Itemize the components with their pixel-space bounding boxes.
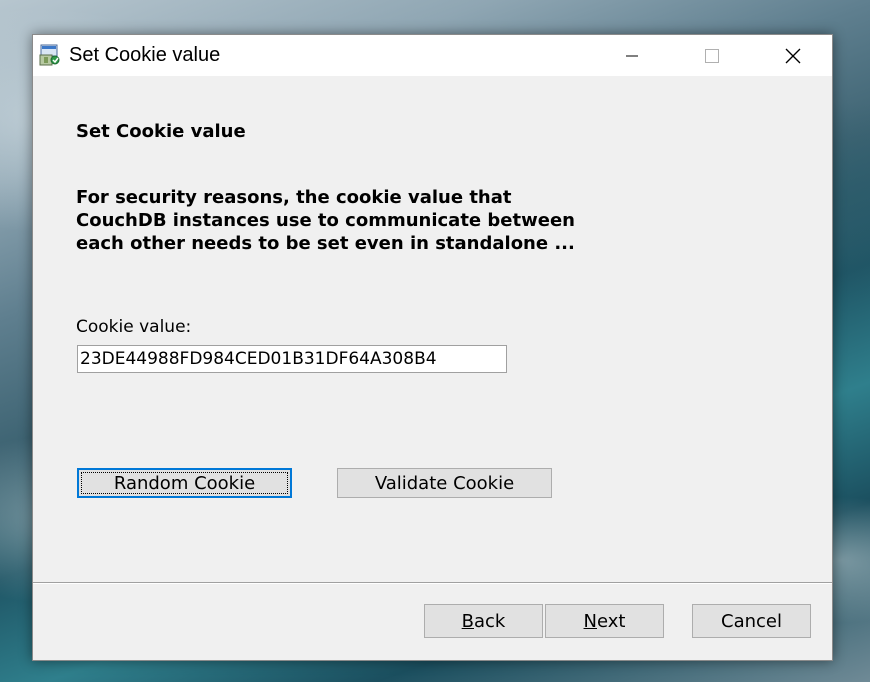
next-accelerator: N (583, 610, 597, 632)
maximize-button[interactable] (689, 35, 735, 76)
title-bar[interactable]: Set Cookie value (33, 35, 832, 76)
validate-cookie-button[interactable]: Validate Cookie (337, 468, 552, 498)
page-heading: Set Cookie value (76, 121, 246, 142)
setup-dialog-window: Set Cookie value Set Cookie value For se… (32, 34, 833, 661)
cookie-value-input[interactable] (77, 345, 507, 373)
cancel-button[interactable]: Cancel (692, 604, 811, 638)
next-label-rest: ext (597, 610, 626, 632)
close-button[interactable] (770, 35, 816, 76)
random-cookie-button[interactable]: Random Cookie (77, 468, 292, 498)
minimize-button[interactable] (609, 35, 655, 76)
footer-separator (33, 582, 832, 584)
installer-icon (39, 44, 60, 66)
description-line: each other needs to be set even in stand… (76, 233, 575, 254)
description-line: For security reasons, the cookie value t… (76, 187, 512, 208)
window-title: Set Cookie value (69, 44, 221, 66)
dialog-content: Set Cookie value For security reasons, t… (33, 76, 832, 661)
minimize-icon (626, 55, 638, 56)
description-line: CouchDB instances use to communicate bet… (76, 210, 575, 231)
back-button[interactable]: Back (424, 604, 543, 638)
maximize-icon (705, 48, 719, 63)
page-description: For security reasons, the cookie value t… (76, 186, 596, 255)
next-button[interactable]: Next (545, 604, 664, 638)
back-label-rest: ack (474, 610, 506, 632)
cookie-value-label: Cookie value: (76, 317, 192, 337)
close-icon (785, 48, 801, 63)
back-accelerator: B (461, 610, 474, 632)
